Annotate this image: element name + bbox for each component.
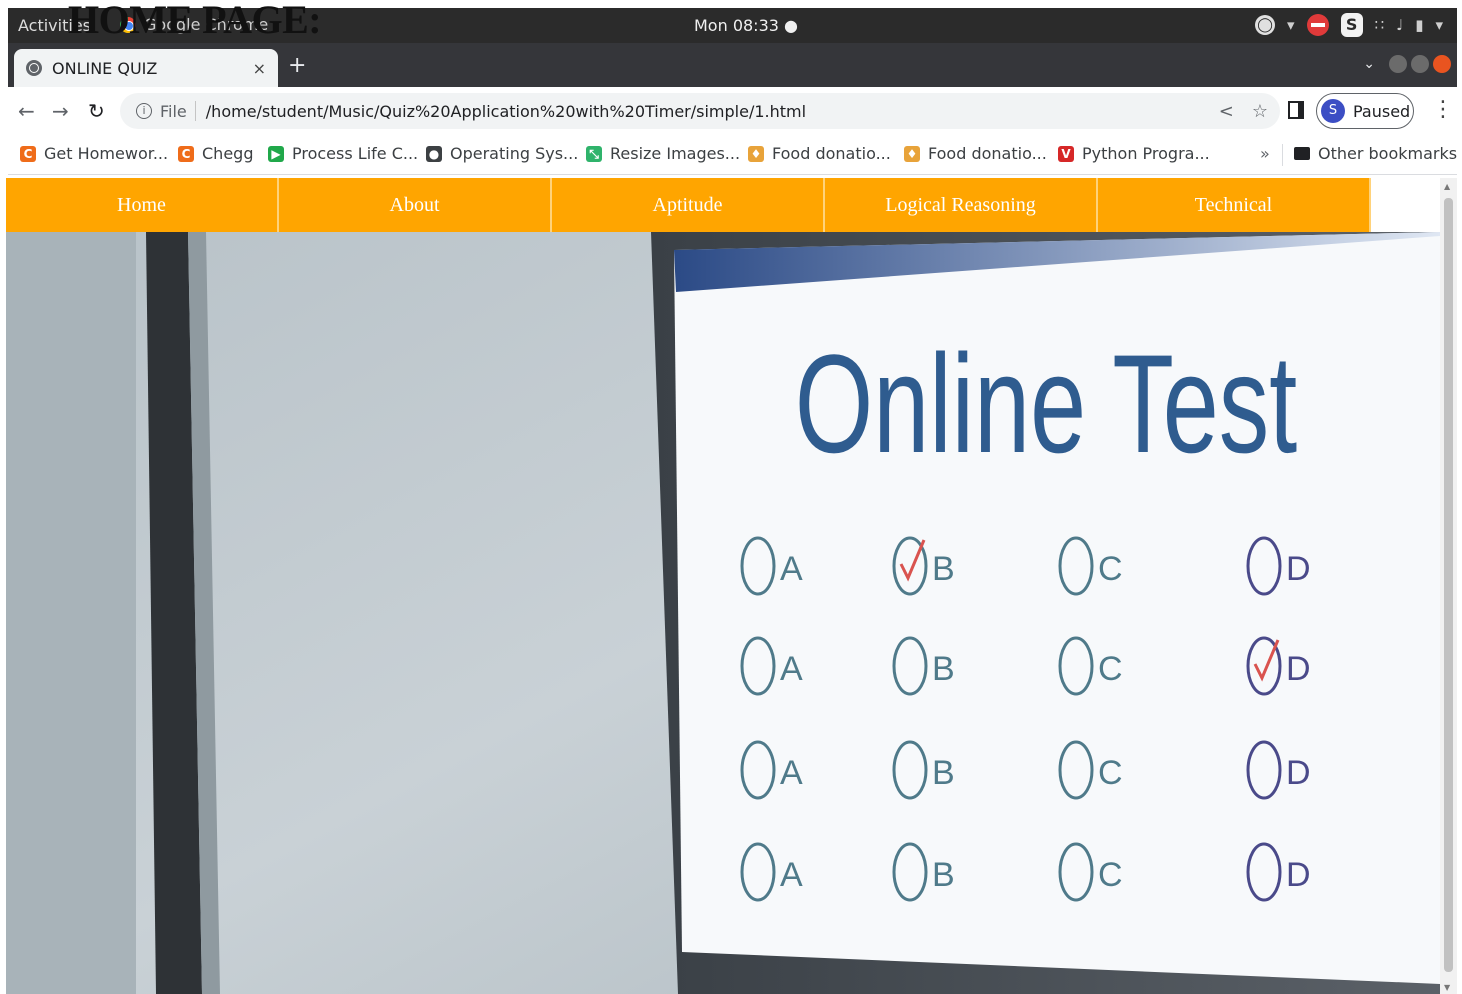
resize-icon: ⤡ — [586, 145, 602, 162]
menu-icon[interactable]: ⋮ — [1432, 97, 1454, 122]
nav-aptitude[interactable]: Aptitude — [552, 178, 825, 232]
share-icon[interactable]: < — [1219, 101, 1234, 122]
main-nav: Home About Aptitude Logical Reasoning Te… — [6, 178, 1371, 232]
bookmark-item[interactable]: C Chegg — [178, 144, 253, 163]
avatar: S — [1321, 99, 1345, 123]
url-text[interactable]: /home/student/Music/Quiz%20Application%2… — [206, 102, 806, 121]
system-tray[interactable]: ◯ ▾ S ∷ ♩ ▮ ▾ — [1255, 13, 1443, 37]
answer-letter: B — [932, 650, 955, 688]
answer-letter: A — [780, 650, 803, 688]
bookmark-label: Food donatio... — [772, 144, 891, 163]
page-viewport: Home About Aptitude Logical Reasoning Te… — [6, 178, 1440, 994]
bookmark-label: Process Life C... — [292, 144, 419, 163]
bookmark-item[interactable]: ▶ Process Life C... — [268, 144, 418, 163]
hero-left-edge — [6, 232, 136, 994]
scroll-down-icon[interactable]: ▼ — [1444, 983, 1450, 992]
info-icon[interactable]: i — [136, 103, 152, 119]
reload-icon[interactable]: ↻ — [88, 99, 105, 123]
answer-letter: C — [1098, 550, 1123, 588]
url-scheme: File — [160, 101, 187, 121]
answer-letter: D — [1286, 754, 1311, 792]
hero-image: Online Test A B C D A B C D A B C D A B C D — [6, 232, 1440, 994]
tab-strip: ONLINE QUIZ × + ⌄ — [8, 43, 1457, 87]
bookmark-item[interactable]: ♦ Food donatio... — [904, 144, 1047, 163]
tab-online-quiz[interactable]: ONLINE QUIZ × — [14, 49, 278, 87]
tab-search-icon[interactable]: ⌄ — [1363, 56, 1375, 72]
more-bookmarks-button[interactable]: » — [1260, 144, 1270, 163]
answer-letter: D — [1286, 550, 1311, 588]
close-window-button[interactable] — [1433, 55, 1451, 73]
nav-about[interactable]: About — [279, 178, 552, 232]
forward-arrow-icon[interactable]: → — [52, 99, 69, 123]
folder-icon — [1294, 147, 1310, 160]
answer-letter: B — [932, 754, 955, 792]
bookmark-item[interactable]: ♦ Food donatio... — [748, 144, 891, 163]
food-icon: ♦ — [904, 145, 920, 162]
globe-icon: ● — [426, 145, 442, 162]
bookmark-label: Chegg — [202, 144, 254, 163]
minimize-button[interactable] — [1389, 55, 1407, 73]
maximize-button[interactable] — [1411, 55, 1429, 73]
answer-letter: B — [932, 550, 955, 588]
other-bookmarks[interactable]: Other bookmarks — [1294, 144, 1457, 163]
divider — [1282, 144, 1283, 166]
bookmarks-bar: C Get Homewor... C Chegg ▶ Process Life C... ●… — [8, 135, 1457, 175]
chevron-down-icon: ▾ — [1287, 16, 1295, 34]
battery-icon[interactable]: ▮ — [1415, 16, 1423, 34]
window-controls: ⌄ — [1363, 55, 1451, 73]
profile-button[interactable]: S Paused — [1316, 93, 1414, 129]
answer-letter: C — [1098, 856, 1123, 894]
chegg-icon: C — [178, 145, 194, 162]
answer-letter: D — [1286, 650, 1311, 688]
scroll-thumb[interactable] — [1444, 198, 1453, 972]
new-tab-button[interactable]: + — [288, 53, 306, 78]
answer-letter: A — [780, 754, 803, 792]
blocked-icon[interactable] — [1306, 14, 1329, 36]
food-icon: ♦ — [748, 145, 764, 162]
answer-letter: A — [780, 856, 803, 894]
side-panel-icon[interactable] — [1288, 101, 1304, 119]
chegg-icon: C — [20, 145, 36, 162]
omnibox-actions: < ☆ — [1219, 101, 1268, 122]
bookmark-item[interactable]: ● Operating Sys... — [426, 144, 578, 163]
play-icon: ▶ — [268, 145, 284, 162]
clock[interactable]: Mon 08:33 ● — [694, 16, 798, 35]
hero-title: Online Test — [795, 326, 1297, 482]
answer-letter: C — [1098, 650, 1123, 688]
network-icon[interactable]: ∷ — [1375, 16, 1385, 34]
nav-technical[interactable]: Technical — [1098, 178, 1371, 232]
answer-letter: D — [1286, 856, 1311, 894]
volume-muted-icon[interactable]: ♩ — [1396, 16, 1403, 34]
globe-icon — [26, 60, 42, 76]
answer-letter: C — [1098, 754, 1123, 792]
address-bar[interactable]: i File /home/student/Music/Quiz%20Applic… — [120, 93, 1280, 129]
star-icon[interactable]: ☆ — [1252, 101, 1268, 122]
bookmark-label: Resize Images... — [610, 144, 741, 163]
vertical-scrollbar[interactable]: ▲ ▼ — [1440, 178, 1457, 994]
bookmark-label: Get Homewor... — [44, 144, 169, 163]
document-heading: HOME PAGE: — [68, 0, 322, 42]
answer-letter: A — [780, 550, 803, 588]
bookmark-label: Operating Sys... — [450, 144, 579, 163]
nav-home[interactable]: Home — [6, 178, 279, 232]
accessibility-icon[interactable]: ◯ — [1255, 15, 1276, 35]
scroll-up-icon[interactable]: ▲ — [1444, 182, 1450, 191]
bookmark-item[interactable]: V Python Progra... — [1058, 144, 1210, 163]
bookmark-label: Food donatio... — [928, 144, 1047, 163]
browser-toolbar: ← → ↻ i File /home/student/Music/Quiz%20… — [8, 87, 1457, 135]
back-arrow-icon[interactable]: ← — [18, 99, 35, 123]
chevron-down-icon[interactable]: ▾ — [1435, 16, 1443, 34]
bookmark-item[interactable]: C Get Homewor... — [20, 144, 168, 163]
bookmark-item[interactable]: ⤡ Resize Images... — [586, 144, 740, 163]
close-tab-icon[interactable]: × — [253, 59, 266, 78]
skype-icon[interactable]: S — [1340, 13, 1363, 37]
v-icon: V — [1058, 145, 1074, 162]
tab-title: ONLINE QUIZ — [52, 58, 158, 78]
answer-letter: B — [932, 856, 955, 894]
nav-logical-reasoning[interactable]: Logical Reasoning — [825, 178, 1098, 232]
profile-status: Paused — [1353, 101, 1411, 121]
other-bookmarks-label: Other bookmarks — [1318, 144, 1458, 163]
bookmark-label: Python Progra... — [1082, 144, 1210, 163]
divider — [194, 101, 196, 121]
